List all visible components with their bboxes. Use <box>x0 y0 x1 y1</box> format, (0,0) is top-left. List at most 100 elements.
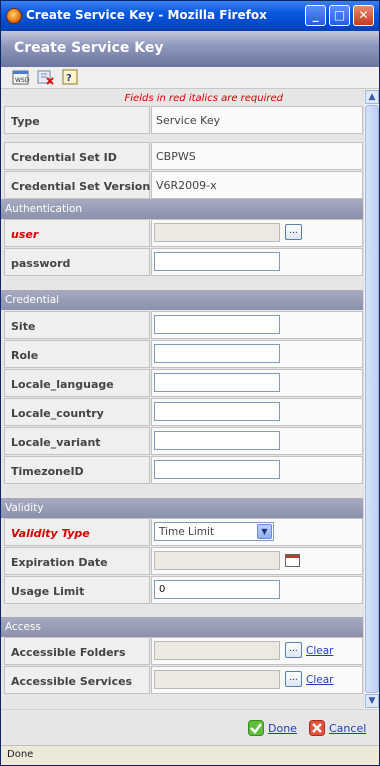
locale-language-label: Locale_language <box>4 369 150 397</box>
section-authentication: Authentication <box>1 199 363 219</box>
site-label: Site <box>4 311 150 339</box>
password-row: password <box>4 248 363 277</box>
svg-text:WSDL: WSDL <box>15 77 30 84</box>
usage-limit-field[interactable]: 0 <box>154 580 280 599</box>
status-text: Done <box>7 749 34 760</box>
accessible-folders-browse-button[interactable]: ... <box>285 642 302 658</box>
usage-limit-label: Usage Limit <box>4 576 150 604</box>
timezone-id-value-cell <box>151 456 363 484</box>
required-note: Fields in red italics are required <box>124 93 283 104</box>
firefox-icon <box>6 8 22 24</box>
calendar-icon[interactable] <box>285 554 300 567</box>
site-row: Site <box>4 311 363 340</box>
type-value: Service Key <box>151 106 363 134</box>
validity-type-value-cell: Time Limit ▼ <box>151 518 363 546</box>
help-icon[interactable]: ? <box>61 69 79 86</box>
password-label: password <box>4 248 150 276</box>
locale-language-value-cell <box>151 369 363 397</box>
locale-variant-row: Locale_variant <box>4 427 363 456</box>
x-icon <box>309 720 325 736</box>
credential-set-id-row: Credential Set ID CBPWS <box>4 142 363 171</box>
validity-type-row: Validity Type Time Limit ▼ <box>4 518 363 547</box>
expiration-date-value-cell <box>151 547 363 575</box>
close-button[interactable]: ✕ <box>353 5 374 26</box>
accessible-services-clear-link[interactable]: Clear <box>306 674 333 686</box>
locale-country-label: Locale_country <box>4 398 150 426</box>
maximize-button[interactable]: □ <box>329 5 350 26</box>
section-validity: Validity <box>1 498 363 518</box>
done-label: Done <box>268 722 297 735</box>
minimize-button[interactable]: _ <box>305 5 326 26</box>
svg-text:?: ? <box>66 73 72 84</box>
credential-set-version-label: Credential Set Version <box>4 171 150 199</box>
scroll-up-button[interactable]: ▲ <box>365 90 379 104</box>
cancel-label: Cancel <box>329 722 367 735</box>
checkmark-icon <box>248 720 264 736</box>
status-bar: Done <box>1 745 379 765</box>
credential-set-version-row: Credential Set Version V6R2009-x <box>4 171 363 200</box>
locale-language-field[interactable] <box>154 373 280 392</box>
usage-limit-value-cell: 0 <box>151 576 363 604</box>
user-value-cell: ... <box>151 219 363 247</box>
usage-limit-row: Usage Limit 0 <box>4 576 363 605</box>
form-area: Fields in red italics are required Type … <box>1 89 379 709</box>
expiration-date-row: Expiration Date <box>4 547 363 576</box>
timezone-id-field[interactable] <box>154 460 280 479</box>
accessible-folders-clear-link[interactable]: Clear <box>306 645 333 657</box>
expiration-date-field[interactable] <box>154 551 280 570</box>
scroll-thumb[interactable] <box>365 105 379 693</box>
user-field[interactable] <box>154 223 280 242</box>
accessible-services-value-cell: ... Clear <box>151 666 363 694</box>
scroll-down-button[interactable]: ▼ <box>365 694 379 708</box>
accessible-folders-field[interactable] <box>154 641 280 660</box>
locale-variant-field[interactable] <box>154 431 280 450</box>
accessible-services-row: Accessible Services ... Clear <box>4 666 363 695</box>
type-row: Type Service Key <box>4 106 363 135</box>
toolbar: WSDL ? <box>1 67 379 89</box>
password-field[interactable] <box>154 252 280 271</box>
validity-type-label: Validity Type <box>4 518 150 546</box>
locale-country-value-cell <box>151 398 363 426</box>
validity-type-selected: Time Limit <box>159 526 215 538</box>
locale-language-row: Locale_language <box>4 369 363 398</box>
password-value-cell <box>151 248 363 276</box>
wsdl-icon[interactable]: WSDL <box>12 69 30 86</box>
title-bar[interactable]: Create Service Key - Mozilla Firefox _ □… <box>1 1 379 31</box>
vertical-scrollbar[interactable]: ▲ ▼ <box>363 89 379 709</box>
timezone-id-label: TimezoneID <box>4 456 150 484</box>
role-row: Role <box>4 340 363 369</box>
role-label: Role <box>4 340 150 368</box>
accessible-services-browse-button[interactable]: ... <box>285 671 302 687</box>
credential-set-version-value: V6R2009-x <box>151 171 363 199</box>
user-row: user ... <box>4 219 363 248</box>
credential-set-id-value: CBPWS <box>151 142 363 170</box>
locale-variant-value-cell <box>151 427 363 455</box>
locale-country-field[interactable] <box>154 402 280 421</box>
accessible-folders-value-cell: ... Clear <box>151 637 363 665</box>
user-browse-button[interactable]: ... <box>285 224 302 240</box>
validity-type-select[interactable]: Time Limit ▼ <box>154 522 274 541</box>
dialog-banner: Create Service Key <box>1 31 379 67</box>
section-access: Access <box>1 617 363 637</box>
window-title: Create Service Key - Mozilla Firefox <box>26 8 267 22</box>
delete-icon[interactable] <box>37 69 55 86</box>
locale-country-row: Locale_country <box>4 398 363 427</box>
dialog-title: Create Service Key <box>14 40 164 56</box>
dialog-footer: Done Cancel <box>1 709 379 745</box>
section-credential: Credential <box>1 290 363 310</box>
type-label: Type <box>4 106 150 134</box>
accessible-services-field[interactable] <box>154 670 280 689</box>
accessible-services-label: Accessible Services <box>4 666 150 694</box>
accessible-folders-label: Accessible Folders <box>4 637 150 665</box>
role-field[interactable] <box>154 344 280 363</box>
accessible-folders-row: Accessible Folders ... Clear <box>4 637 363 666</box>
site-value-cell <box>151 311 363 339</box>
site-field[interactable] <box>154 315 280 334</box>
role-value-cell <box>151 340 363 368</box>
timezone-id-row: TimezoneID <box>4 456 363 485</box>
locale-variant-label: Locale_variant <box>4 427 150 455</box>
credential-set-id-label: Credential Set ID <box>4 142 150 170</box>
chevron-down-icon[interactable]: ▼ <box>257 524 272 539</box>
user-label: user <box>4 219 150 247</box>
expiration-date-label: Expiration Date <box>4 547 150 575</box>
